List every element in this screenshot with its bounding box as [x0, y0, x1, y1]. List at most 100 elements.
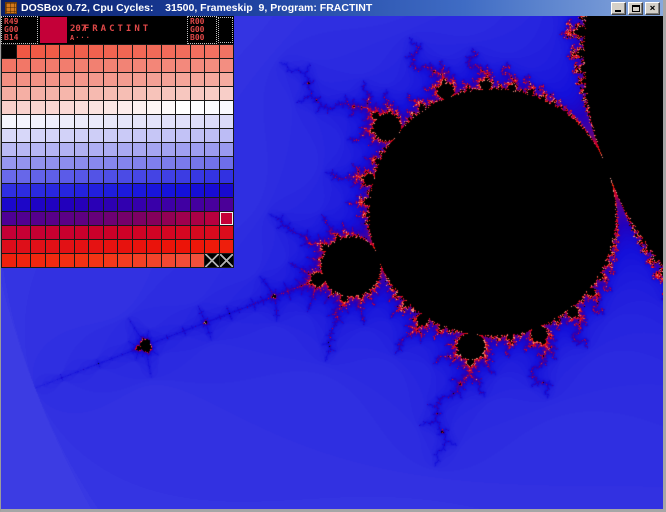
palette-cell[interactable] — [118, 254, 133, 268]
palette-cell[interactable] — [118, 198, 133, 212]
palette-cell[interactable] — [31, 143, 46, 157]
palette-cell[interactable] — [31, 254, 46, 268]
palette-cell[interactable] — [162, 129, 177, 143]
palette-cell[interactable] — [2, 129, 17, 143]
palette-cell[interactable] — [162, 254, 177, 268]
palette-cell[interactable] — [89, 212, 104, 226]
palette-cell[interactable] — [162, 184, 177, 198]
palette-cell[interactable] — [220, 87, 235, 101]
palette-cell[interactable] — [60, 87, 75, 101]
palette-cell[interactable] — [162, 157, 177, 171]
palette-cell[interactable] — [31, 184, 46, 198]
palette-cell[interactable] — [118, 170, 133, 184]
palette-cell[interactable] — [46, 212, 61, 226]
palette-cell[interactable] — [220, 157, 235, 171]
palette-cell[interactable] — [75, 170, 90, 184]
palette-cell[interactable] — [17, 157, 32, 171]
palette-cell[interactable] — [31, 170, 46, 184]
palette-cell[interactable] — [46, 87, 61, 101]
palette-cell[interactable] — [162, 212, 177, 226]
palette-cell[interactable] — [104, 157, 119, 171]
palette-cell[interactable] — [104, 87, 119, 101]
palette-cell[interactable] — [176, 157, 191, 171]
palette-cell[interactable] — [147, 129, 162, 143]
palette-cell[interactable] — [162, 240, 177, 254]
palette-cell[interactable] — [2, 87, 17, 101]
palette-cell[interactable] — [75, 198, 90, 212]
palette-cell[interactable] — [75, 115, 90, 129]
palette-cell[interactable] — [104, 129, 119, 143]
palette-cell[interactable] — [176, 226, 191, 240]
palette-cell[interactable] — [17, 184, 32, 198]
palette-cell[interactable] — [2, 184, 17, 198]
palette-cell[interactable] — [89, 87, 104, 101]
palette-cell[interactable] — [220, 59, 235, 73]
palette-cell[interactable] — [2, 45, 17, 59]
palette-cell[interactable] — [104, 59, 119, 73]
palette-cell[interactable] — [205, 59, 220, 73]
palette-cell[interactable] — [75, 143, 90, 157]
palette-cell[interactable] — [2, 59, 17, 73]
palette-cell[interactable] — [60, 212, 75, 226]
palette-cell[interactable] — [118, 73, 133, 87]
palette-cell[interactable] — [220, 226, 235, 240]
palette-cell[interactable] — [133, 87, 148, 101]
palette-cell[interactable] — [133, 170, 148, 184]
palette-cell[interactable] — [89, 226, 104, 240]
palette-cell[interactable] — [2, 240, 17, 254]
palette-cell[interactable] — [46, 101, 61, 115]
palette-cell[interactable] — [147, 59, 162, 73]
palette-cell[interactable] — [89, 129, 104, 143]
palette-cell[interactable] — [176, 143, 191, 157]
palette-cell[interactable] — [205, 115, 220, 129]
palette-cell[interactable] — [133, 240, 148, 254]
current-color-swatch[interactable] — [40, 17, 67, 43]
palette-cell[interactable] — [2, 212, 17, 226]
palette-cell[interactable] — [31, 240, 46, 254]
palette-cell[interactable] — [60, 198, 75, 212]
palette-cell[interactable] — [118, 59, 133, 73]
palette-cell[interactable] — [46, 115, 61, 129]
palette-cell[interactable] — [2, 198, 17, 212]
palette-cell[interactable] — [205, 198, 220, 212]
palette-cell[interactable] — [75, 101, 90, 115]
palette-cell[interactable] — [17, 143, 32, 157]
palette-cell[interactable] — [46, 254, 61, 268]
palette-cell[interactable] — [89, 198, 104, 212]
dosbox-app-icon[interactable] — [5, 2, 17, 14]
palette-cell[interactable] — [133, 198, 148, 212]
palette-cell[interactable] — [46, 143, 61, 157]
palette-cell[interactable] — [75, 45, 90, 59]
palette-cell[interactable] — [17, 101, 32, 115]
palette-cell[interactable] — [191, 143, 206, 157]
palette-cell[interactable] — [17, 45, 32, 59]
palette-cell[interactable] — [176, 101, 191, 115]
palette-cell[interactable] — [162, 226, 177, 240]
palette-cell[interactable] — [75, 254, 90, 268]
palette-cell[interactable] — [176, 170, 191, 184]
palette-cell[interactable] — [31, 212, 46, 226]
palette-cell[interactable] — [162, 115, 177, 129]
palette-cell[interactable] — [176, 73, 191, 87]
palette-cell[interactable] — [147, 254, 162, 268]
palette-cell[interactable] — [205, 170, 220, 184]
palette-cell[interactable] — [205, 157, 220, 171]
palette-cell[interactable] — [89, 115, 104, 129]
palette-cell[interactable] — [162, 170, 177, 184]
palette-cell[interactable] — [191, 73, 206, 87]
palette-cell[interactable] — [75, 129, 90, 143]
palette-cell[interactable] — [220, 212, 235, 226]
palette-cell[interactable] — [60, 73, 75, 87]
palette-cell[interactable] — [17, 87, 32, 101]
palette-cell[interactable] — [118, 240, 133, 254]
palette-cell[interactable] — [147, 45, 162, 59]
palette-cell[interactable] — [133, 59, 148, 73]
palette-cell[interactable] — [147, 170, 162, 184]
palette-cell[interactable] — [17, 254, 32, 268]
palette-cell[interactable] — [2, 226, 17, 240]
palette-cell[interactable] — [162, 45, 177, 59]
palette-cell[interactable] — [89, 101, 104, 115]
palette-cell[interactable] — [89, 184, 104, 198]
palette-cell[interactable] — [75, 240, 90, 254]
palette-cell[interactable] — [46, 170, 61, 184]
